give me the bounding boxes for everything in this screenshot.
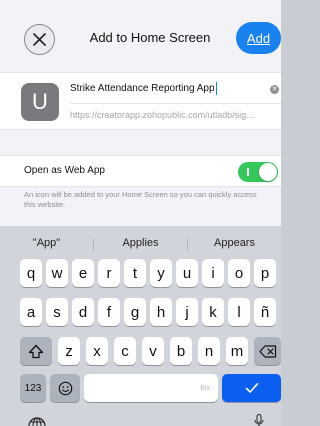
app-icon: U xyxy=(21,83,59,121)
web-app-row: Open as Web App xyxy=(0,155,281,187)
key-b[interactable]: b xyxy=(170,337,192,365)
toggle-knob xyxy=(259,163,277,181)
key-p[interactable]: p xyxy=(254,259,276,287)
key-e[interactable]: e xyxy=(72,259,94,287)
key-d[interactable]: d xyxy=(72,298,94,326)
space-key[interactable]: Bix xyxy=(84,374,218,402)
key-k[interactable]: k xyxy=(202,298,224,326)
key-n-tilde[interactable]: ñ xyxy=(254,298,276,326)
key-t[interactable]: t xyxy=(124,259,146,287)
text-caret xyxy=(215,81,218,95)
key-m[interactable]: m xyxy=(226,337,248,365)
key-u[interactable]: u xyxy=(176,259,198,287)
suggestion-3[interactable]: Appears xyxy=(188,237,281,249)
app-name-text: Strike Attendance Reporting App xyxy=(70,83,215,94)
key-r[interactable]: r xyxy=(98,259,120,287)
key-f[interactable]: f xyxy=(98,298,120,326)
add-to-home-sheet: Add to Home Screen Add U Strike Attendan… xyxy=(0,0,281,226)
suggestion-2[interactable]: Applies xyxy=(94,237,187,249)
divider xyxy=(70,103,281,104)
key-w[interactable]: w xyxy=(46,259,68,287)
key-n[interactable]: n xyxy=(198,337,220,365)
emoji-icon xyxy=(58,381,72,395)
backspace-icon xyxy=(258,344,276,358)
web-app-toggle[interactable] xyxy=(238,162,278,182)
key-l[interactable]: l xyxy=(228,298,250,326)
delete-key[interactable] xyxy=(254,337,281,365)
space-key-hint: Bix xyxy=(200,384,210,392)
key-s[interactable]: s xyxy=(46,298,68,326)
key-i[interactable]: i xyxy=(202,259,224,287)
key-q[interactable]: q xyxy=(20,259,42,287)
app-card: U Strike Attendance Reporting App ✕ http… xyxy=(0,72,281,130)
add-button[interactable]: Add xyxy=(236,22,281,54)
numbers-key[interactable]: 123 xyxy=(20,374,46,402)
emoji-key[interactable] xyxy=(50,374,80,402)
globe-icon[interactable] xyxy=(28,416,46,426)
close-icon xyxy=(33,33,46,46)
suggestion-1[interactable]: "App" xyxy=(0,237,93,249)
key-j[interactable]: j xyxy=(176,298,198,326)
return-key[interactable] xyxy=(222,374,281,402)
key-y[interactable]: y xyxy=(150,259,172,287)
sheet-title: Add to Home Screen xyxy=(89,30,211,45)
sheet-header: Add to Home Screen Add xyxy=(0,0,281,72)
checkmark-icon xyxy=(245,383,258,393)
key-a[interactable]: a xyxy=(20,298,42,326)
key-o[interactable]: o xyxy=(228,259,250,287)
shift-icon xyxy=(28,344,44,358)
toggle-on-mark xyxy=(247,168,249,176)
keyboard: "App" Applies Appears q w e r t y u i o … xyxy=(0,226,281,426)
key-z[interactable]: z xyxy=(58,337,80,365)
key-c[interactable]: c xyxy=(114,337,136,365)
shift-key[interactable] xyxy=(20,337,52,365)
web-app-description: An icon will be added to your Home Scree… xyxy=(24,190,257,209)
app-url: https://creatorapp.zohopublic.com/utladb… xyxy=(70,110,254,120)
microphone-icon[interactable] xyxy=(254,414,264,426)
suggestion-bar: "App" Applies Appears xyxy=(0,234,281,256)
key-x[interactable]: x xyxy=(86,337,108,365)
key-h[interactable]: h xyxy=(150,298,172,326)
app-name-field[interactable]: Strike Attendance Reporting App xyxy=(70,79,250,99)
close-button[interactable] xyxy=(24,24,55,55)
web-app-label: Open as Web App xyxy=(24,165,105,176)
key-g[interactable]: g xyxy=(124,298,146,326)
key-v[interactable]: v xyxy=(142,337,164,365)
clear-text-icon[interactable]: ✕ xyxy=(270,85,279,94)
